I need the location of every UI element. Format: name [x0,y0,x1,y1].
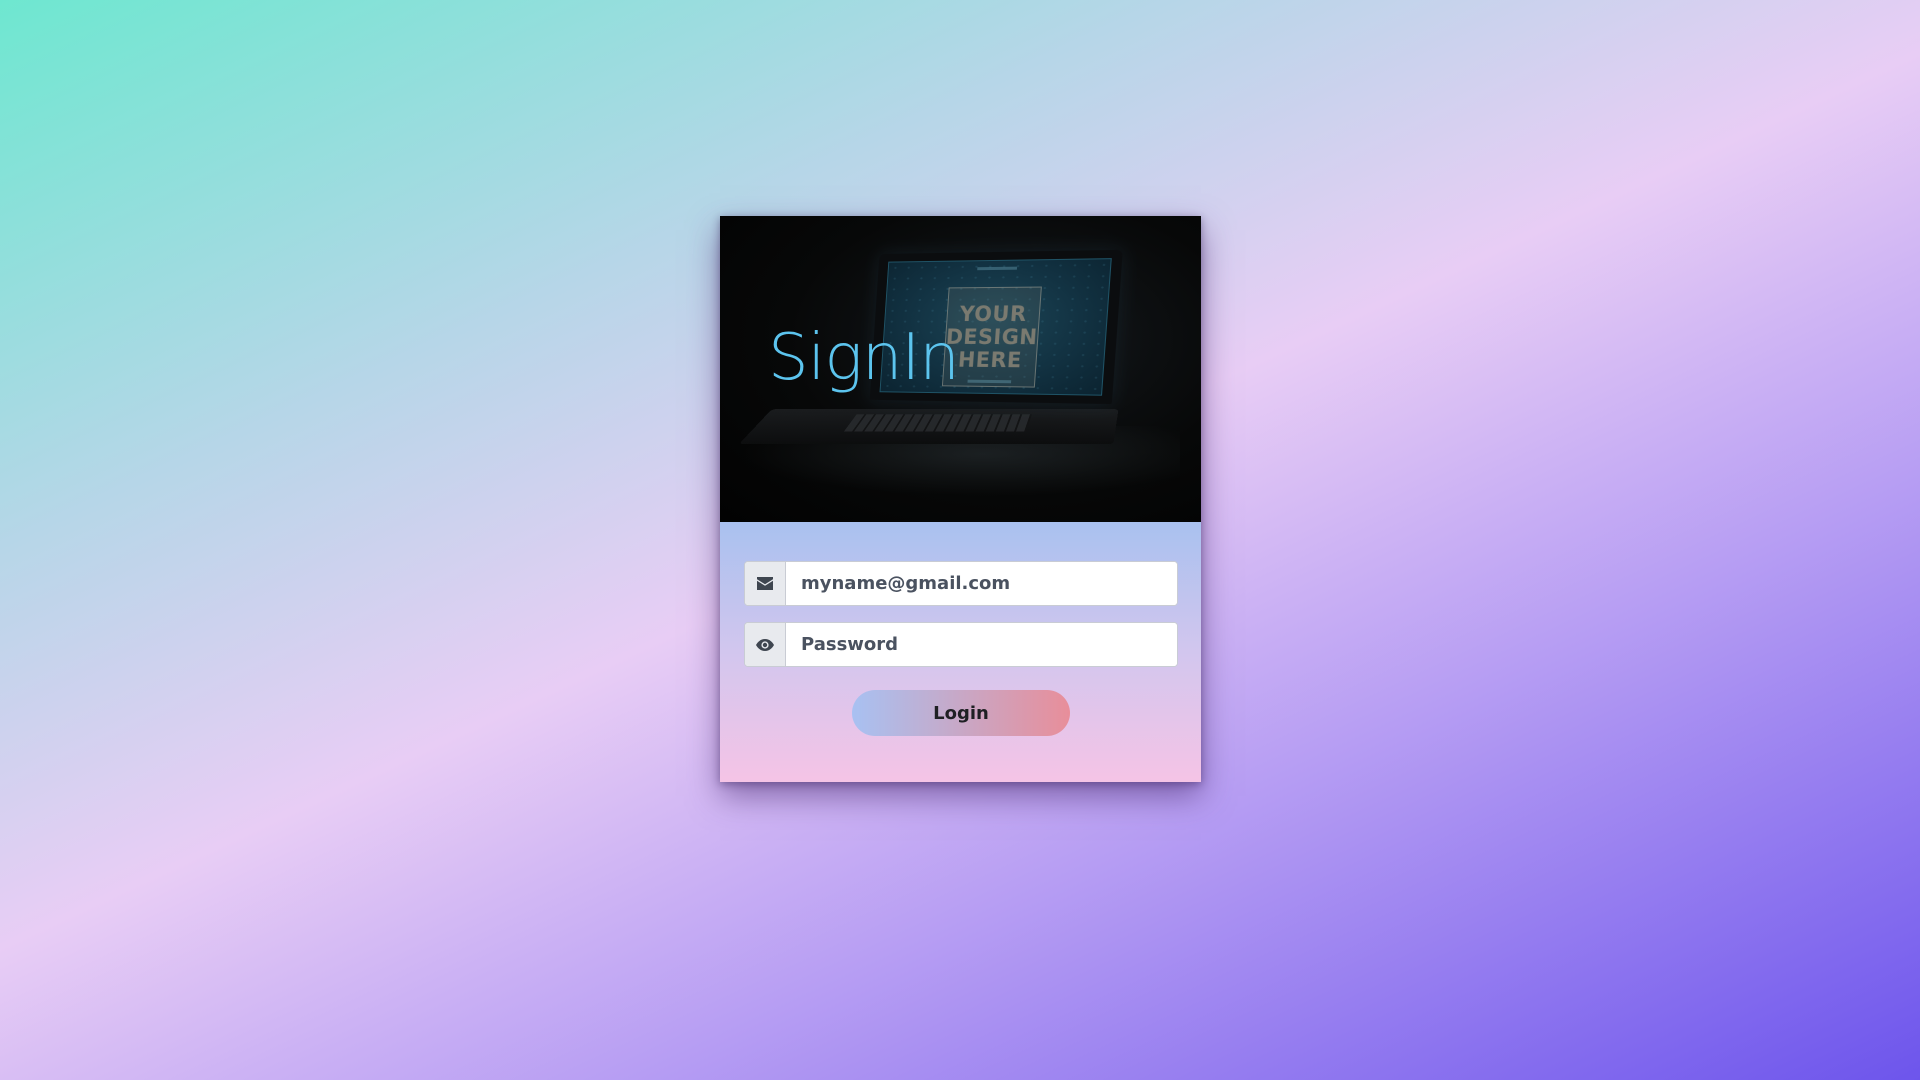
hero-banner: YOUR DESIGN HERE SignIn [720,216,1201,522]
login-button[interactable]: Login [852,690,1070,736]
keyboard-image [843,414,1032,432]
password-addon [745,623,786,666]
password-input[interactable] [786,623,1177,666]
laptop-base-image [738,409,1119,445]
email-input[interactable] [786,562,1177,605]
email-field-group [744,561,1178,606]
email-addon [745,562,786,605]
screen-line [966,379,1011,384]
page-title: SignIn [768,321,960,395]
password-field-group [744,622,1178,667]
screen-line [976,266,1017,271]
envelope-icon [757,577,773,590]
eye-icon [756,638,774,651]
